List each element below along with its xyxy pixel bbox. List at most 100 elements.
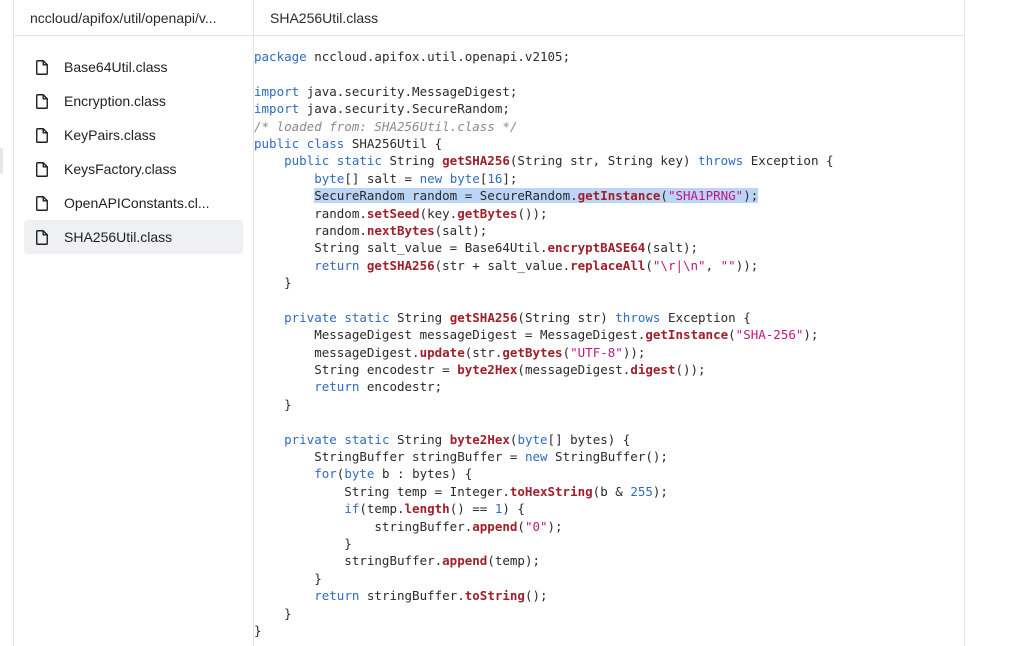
- code-line: public class SHA256Util {: [254, 135, 944, 152]
- code-token: (salt);: [434, 222, 488, 238]
- code-token: 16: [487, 170, 503, 186]
- file-item[interactable]: OpenAPIConstants.cl...: [24, 186, 243, 220]
- file-icon: [36, 59, 48, 75]
- code-token: import: [254, 83, 307, 99]
- code-token: stringBuffer.: [254, 553, 443, 569]
- code-token: /* loaded from: SHA256Util.class */: [254, 118, 518, 134]
- code-token: return: [314, 257, 367, 273]
- code-line: if(temp.length() == 1) {: [254, 500, 944, 517]
- file-label: SHA256Util.class: [64, 229, 173, 245]
- code-token: nccloud.apifox.util.openapi.v2105;: [314, 49, 571, 64]
- code-token: String encodestr =: [254, 362, 458, 378]
- code-token: java.security.SecureRandom;: [306, 101, 510, 117]
- code-line: }: [254, 535, 944, 552]
- file-item[interactable]: Base64Util.class: [24, 50, 243, 84]
- code-token: byte: [517, 431, 548, 447]
- file-icon: [36, 195, 48, 211]
- code-token: if: [344, 501, 360, 517]
- code-token: java.security.MessageDigest;: [306, 83, 518, 99]
- code-token: String: [389, 153, 443, 169]
- code-line: import java.security.SecureRandom;: [254, 100, 944, 117]
- code-token: encodestr;: [366, 379, 443, 395]
- code-token: (key.: [419, 205, 458, 221]
- code-token: encryptBASE64: [547, 240, 646, 256]
- directory-path: nccloud/apifox/util/openapi/v...: [14, 0, 254, 36]
- code-token: stringBuffer.: [366, 588, 465, 604]
- file-icon: [36, 127, 48, 143]
- code-token: length: [404, 501, 450, 517]
- file-item[interactable]: KeysFactory.class: [24, 152, 243, 186]
- code-token: ());: [675, 362, 706, 378]
- code-token: replaceAll: [570, 257, 646, 273]
- code-token: (temp.: [359, 501, 405, 517]
- file-list: Base64Util.class Encryption.class KeyPairs…: [14, 36, 254, 646]
- code-token: "SHA1PRNG": [667, 188, 744, 204]
- code-line: for(byte b : bytes) {: [254, 465, 944, 482]
- code-token: (String str): [517, 309, 616, 325]
- code-token: throws: [698, 153, 751, 169]
- code-token: getInstance: [577, 188, 661, 204]
- code-token: nextBytes: [366, 222, 435, 238]
- code-token: (str + salt_value.: [434, 257, 571, 273]
- code-line: /* loaded from: SHA256Util.class */: [254, 118, 944, 135]
- code-token: new: [524, 448, 556, 464]
- code-token: getBytes: [457, 205, 518, 221]
- file-icon: [36, 93, 48, 109]
- code-token: new byte: [419, 170, 480, 186]
- file-item[interactable]: SHA256Util.class: [24, 220, 243, 254]
- code-token: getInstance: [645, 327, 729, 343]
- code-token: ) {: [502, 501, 525, 517]
- code-token: package: [254, 49, 315, 64]
- code-token: (: [517, 518, 525, 534]
- code-line: }: [254, 396, 944, 413]
- editor-tab-title[interactable]: SHA256Util.class: [254, 0, 965, 36]
- code-token: (: [562, 344, 571, 360]
- code-token: throws: [615, 309, 668, 325]
- code-token: ));: [735, 257, 759, 273]
- code-token: );: [803, 327, 819, 343]
- code-line: String salt_value = Base64Util.encryptBA…: [254, 239, 944, 256]
- code-line: package nccloud.apifox.util.openapi.v210…: [254, 48, 944, 65]
- code-token: ();: [524, 588, 548, 604]
- code-line: stringBuffer.append("0");: [254, 518, 944, 535]
- code-token: () ==: [449, 501, 495, 517]
- code-token: String: [397, 431, 450, 447]
- code-token: }: [254, 622, 262, 638]
- code-line: return encodestr;: [254, 378, 944, 395]
- code-token: (salt);: [645, 240, 699, 256]
- code-token: [] bytes) {: [547, 431, 631, 447]
- code-token: return: [314, 588, 367, 604]
- code-line: stringBuffer.append(temp);: [254, 552, 944, 569]
- code-line: return stringBuffer.toString();: [254, 587, 944, 604]
- code-token: );: [652, 483, 668, 499]
- code-token: "": [720, 257, 736, 273]
- file-label: KeysFactory.class: [64, 161, 177, 177]
- code-line: messageDigest.update(str.getBytes("UTF-8…: [254, 344, 944, 361]
- file-icon: [36, 161, 48, 177]
- code-token: (: [645, 257, 653, 273]
- code-token: "SHA-256": [735, 327, 804, 343]
- file-item[interactable]: KeyPairs.class: [24, 118, 243, 152]
- code-token: getBytes: [502, 344, 563, 360]
- code-line: }: [254, 570, 944, 587]
- code-token: byte2Hex: [449, 431, 510, 447]
- code-token: (b &: [592, 483, 631, 499]
- collapse-handle[interactable]: [0, 148, 3, 174]
- code-token: for: [314, 466, 337, 482]
- code-token: (messageDigest.: [517, 362, 631, 378]
- code-token: "0": [524, 518, 548, 534]
- selection-highlight: SecureRandom random = SecureRandom.getIn…: [314, 188, 759, 204]
- code-line: private static String getSHA256(String s…: [254, 309, 944, 326]
- code-token: "UTF-8": [570, 344, 623, 360]
- code-token: );: [743, 188, 759, 204]
- code-token: append: [442, 553, 488, 569]
- code-token: toHexString: [509, 483, 593, 499]
- file-item[interactable]: Encryption.class: [24, 84, 243, 118]
- file-label: OpenAPIConstants.cl...: [64, 195, 210, 211]
- code-token: SHA256Util {: [351, 135, 443, 151]
